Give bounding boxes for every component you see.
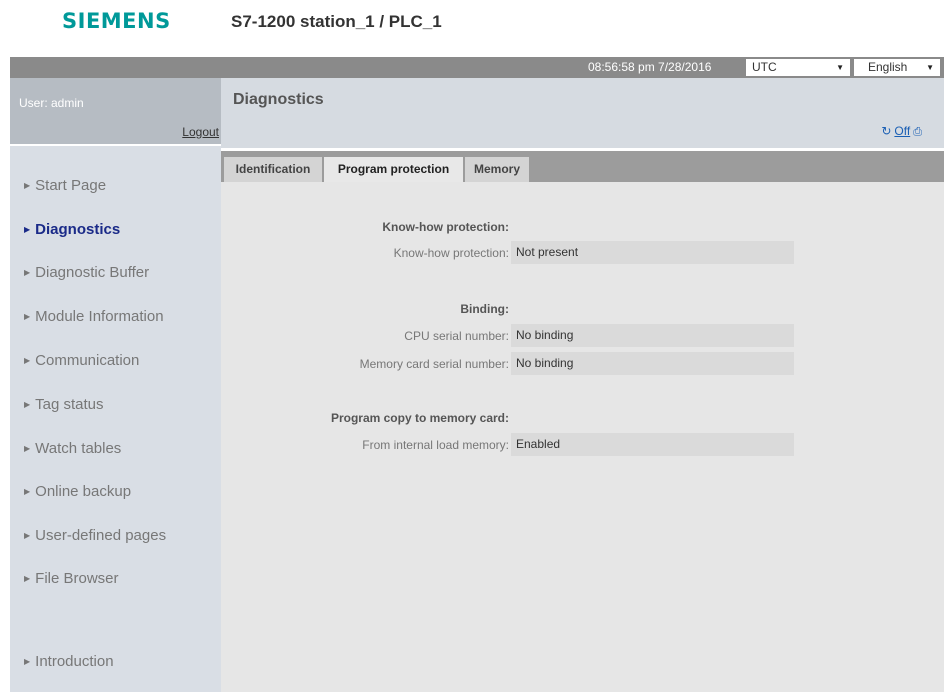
triangle-right-icon: ▶: [24, 400, 31, 409]
triangle-right-icon: ▶: [24, 312, 31, 321]
triangle-right-icon: ▶: [24, 225, 31, 234]
internal-load-label: From internal load memory:: [362, 438, 509, 452]
sidebar-item-label: User-defined pages: [35, 527, 167, 544]
sidebar-item-label: Online backup: [35, 483, 132, 500]
sidebar-item-label: Start Page: [35, 177, 107, 194]
header-tools: ↻ Off ⎙: [881, 124, 922, 139]
language-value: English: [868, 60, 908, 74]
copy-section-title: Program copy to memory card:: [330, 411, 509, 425]
cpu-serial-label: CPU serial number:: [404, 329, 509, 343]
sidebar-item-diagnostic-buffer[interactable]: ▶ Diagnostic Buffer: [24, 264, 149, 281]
user-label: User: admin: [19, 96, 84, 110]
sidebar-item-label: Introduction: [35, 653, 114, 670]
knowhow-label: Know-how protection:: [393, 246, 509, 260]
sidebar-item-file-browser[interactable]: ▶ File Browser: [24, 570, 119, 587]
logout-link[interactable]: Logout: [182, 125, 219, 139]
program-protection-panel: Know-how protection: Know-how protection…: [221, 182, 944, 692]
sidebar-item-watch-tables[interactable]: ▶ Watch tables: [24, 440, 121, 457]
timezone-select[interactable]: UTC ▼: [746, 59, 850, 76]
page-title: Diagnostics: [233, 91, 324, 108]
sidebar-item-tag-status[interactable]: ▶ Tag status: [24, 396, 104, 413]
refresh-icon[interactable]: ↻: [881, 124, 891, 138]
knowhow-value: Not present: [511, 241, 794, 264]
tab-program-protection[interactable]: Program protection: [324, 157, 463, 182]
triangle-right-icon: ▶: [24, 444, 31, 453]
timezone-value: UTC: [752, 60, 777, 74]
tab-identification[interactable]: Identification: [224, 157, 322, 182]
print-icon[interactable]: ⎙: [913, 126, 922, 138]
internal-load-value: Enabled: [511, 433, 794, 456]
sidebar-item-label: Tag status: [35, 396, 104, 413]
memcard-serial-label: Memory card serial number:: [359, 357, 509, 371]
triangle-right-icon: ▶: [24, 487, 31, 496]
sidebar-item-introduction[interactable]: ▶ Introduction: [24, 653, 114, 670]
tab-memory[interactable]: Memory: [465, 157, 529, 182]
knowhow-section-title: Know-how protection:: [382, 220, 509, 234]
triangle-right-icon: ▶: [24, 356, 31, 365]
sidebar-item-user-defined-pages[interactable]: ▶ User-defined pages: [24, 527, 166, 544]
sidebar-item-label: Watch tables: [35, 440, 122, 457]
binding-section-title: Binding:: [460, 302, 509, 316]
main-header: Diagnostics ↻ Off ⎙: [221, 78, 944, 148]
memcard-serial-value: No binding: [511, 352, 794, 375]
triangle-right-icon: ▶: [24, 531, 31, 540]
sidebar-item-label: Module Information: [35, 308, 164, 325]
user-panel: User: admin Logout: [10, 78, 221, 146]
refresh-off-link[interactable]: Off: [894, 124, 910, 138]
station-title: S7-1200 station_1 / PLC_1: [231, 12, 442, 31]
triangle-right-icon: ▶: [24, 574, 31, 583]
chevron-down-icon: ▼: [926, 63, 934, 72]
sidebar-item-label: File Browser: [35, 570, 119, 587]
status-bar: 08:56:58 pm 7/28/2016 UTC ▼ English ▼: [10, 57, 944, 78]
chevron-down-icon: ▼: [836, 63, 844, 72]
language-select[interactable]: English ▼: [854, 59, 940, 76]
triangle-right-icon: ▶: [24, 268, 31, 277]
sidebar-item-label: Communication: [35, 352, 140, 369]
sidebar: User: admin Logout ▶ Start Page ▶ Diagnost…: [10, 78, 221, 692]
siemens-logo: SIEMENS: [62, 9, 171, 33]
triangle-right-icon: ▶: [24, 181, 31, 190]
sidebar-item-diagnostics[interactable]: ▶ Diagnostics: [24, 221, 120, 238]
sidebar-item-module-information[interactable]: ▶ Module Information: [24, 308, 164, 325]
sidebar-item-start-page[interactable]: ▶ Start Page: [24, 177, 106, 194]
clock-readout: 08:56:58 pm 7/28/2016: [588, 60, 712, 74]
cpu-serial-value: No binding: [511, 324, 794, 347]
sidebar-item-label: Diagnostics: [35, 221, 121, 238]
triangle-right-icon: ▶: [24, 657, 31, 666]
tab-bar: Identification Program protection Memory: [221, 151, 944, 182]
sidebar-item-online-backup[interactable]: ▶ Online backup: [24, 483, 131, 500]
sidebar-item-communication[interactable]: ▶ Communication: [24, 352, 139, 369]
sidebar-item-label: Diagnostic Buffer: [35, 264, 150, 281]
